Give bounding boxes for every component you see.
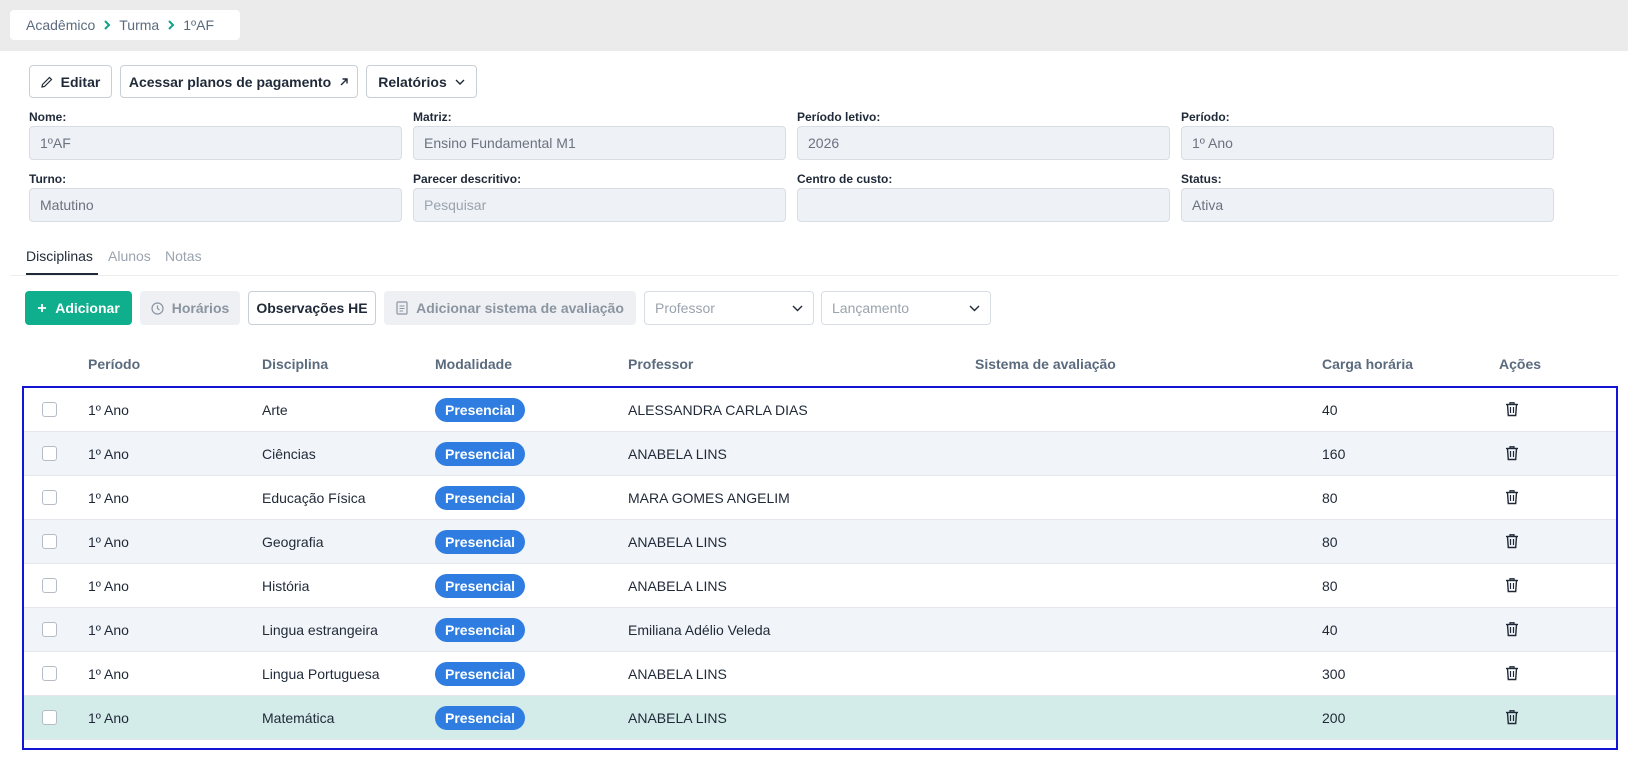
periodo-letivo-label: Período letivo: <box>797 110 881 124</box>
reports-label: Relatórios <box>378 73 447 90</box>
professor-select[interactable]: Professor <box>644 291 814 325</box>
breadcrumb-turma[interactable]: Turma <box>119 17 159 33</box>
schedules-label: Horários <box>171 300 230 316</box>
nome-label: Nome: <box>29 110 67 124</box>
top-band <box>0 0 1628 51</box>
periodo-field[interactable]: 1º Ano <box>1181 126 1554 160</box>
turno-value: Matutino <box>40 197 94 213</box>
plus-icon <box>38 304 47 312</box>
clock-icon <box>151 301 164 315</box>
centro-custo-label: Centro de custo: <box>797 172 893 186</box>
column-header-disciplina[interactable]: Disciplina <box>262 356 328 372</box>
external-link-icon <box>340 77 348 85</box>
nome-value: 1ºAF <box>40 135 71 151</box>
tab-notas[interactable]: Notas <box>165 248 202 264</box>
column-header-modalidade[interactable]: Modalidade <box>435 356 512 372</box>
chevron-down-icon <box>792 305 803 311</box>
turno-field[interactable]: Matutino <box>29 188 402 222</box>
edit-label: Editar <box>60 73 101 90</box>
add-evaluation-system-button[interactable]: Adicionar sistema de avaliação <box>384 291 636 325</box>
breadcrumb: Acadêmico Turma 1ºAF <box>10 10 240 40</box>
turno-label: Turno: <box>29 172 67 186</box>
schedules-button[interactable]: Horários <box>140 291 240 325</box>
tab-disciplinas[interactable]: Disciplinas <box>26 248 93 264</box>
nome-field[interactable]: 1ºAF <box>29 126 402 160</box>
parecer-placeholder: Pesquisar <box>424 197 487 213</box>
column-header-carga[interactable]: Carga horária <box>1322 356 1413 372</box>
reports-dropdown-button[interactable]: Relatórios <box>366 65 477 98</box>
pencil-icon <box>40 76 53 88</box>
tabs-divider <box>10 275 1618 276</box>
status-value: Ativa <box>1192 197 1224 213</box>
lancamento-select-placeholder: Lançamento <box>832 300 910 316</box>
status-field[interactable]: Ativa <box>1181 188 1554 222</box>
matriz-field[interactable]: Ensino Fundamental M1 <box>413 126 786 160</box>
add-evaluation-label: Adicionar sistema de avaliação <box>416 300 624 316</box>
parecer-search-field[interactable]: Pesquisar <box>413 188 786 222</box>
matriz-value: Ensino Fundamental M1 <box>424 135 576 151</box>
periodo-letivo-field[interactable]: 2026 <box>797 126 1170 160</box>
parecer-label: Parecer descritivo: <box>413 172 522 186</box>
chevron-down-icon <box>455 79 465 85</box>
centro-custo-field[interactable] <box>797 188 1170 222</box>
chevron-down-icon <box>969 305 980 311</box>
periodo-label: Período: <box>1181 110 1230 124</box>
column-header-acoes: Ações <box>1499 356 1542 372</box>
chevron-right-icon <box>103 20 111 30</box>
breadcrumb-academico[interactable]: Acadêmico <box>26 17 95 33</box>
column-header-periodo[interactable]: Período <box>88 356 140 372</box>
matriz-label: Matriz: <box>413 110 452 124</box>
status-label: Status: <box>1181 172 1222 186</box>
periodo-letivo-value: 2026 <box>808 135 840 151</box>
selection-frame <box>22 386 1618 750</box>
add-label: Adicionar <box>55 300 120 316</box>
lancamento-select[interactable]: Lançamento <box>821 291 991 325</box>
column-header-sistema[interactable]: Sistema de avaliação <box>975 356 1116 372</box>
column-header-professor[interactable]: Professor <box>628 356 693 372</box>
observations-label: Observações HE <box>256 300 368 316</box>
professor-select-placeholder: Professor <box>655 300 715 316</box>
observations-button[interactable]: Observações HE <box>248 291 376 325</box>
periodo-value: 1º Ano <box>1192 135 1233 151</box>
payment-plans-button[interactable]: Acessar planos de pagamento <box>120 65 358 98</box>
active-tab-indicator <box>26 273 98 275</box>
edit-button[interactable]: Editar <box>29 65 112 98</box>
add-discipline-button[interactable]: Adicionar <box>25 291 132 325</box>
tab-alunos[interactable]: Alunos <box>108 248 151 264</box>
document-icon <box>396 301 408 315</box>
payment-plans-label: Acessar planos de pagamento <box>128 73 332 90</box>
breadcrumb-current: 1ºAF <box>183 17 214 33</box>
chevron-right-icon <box>167 20 175 30</box>
